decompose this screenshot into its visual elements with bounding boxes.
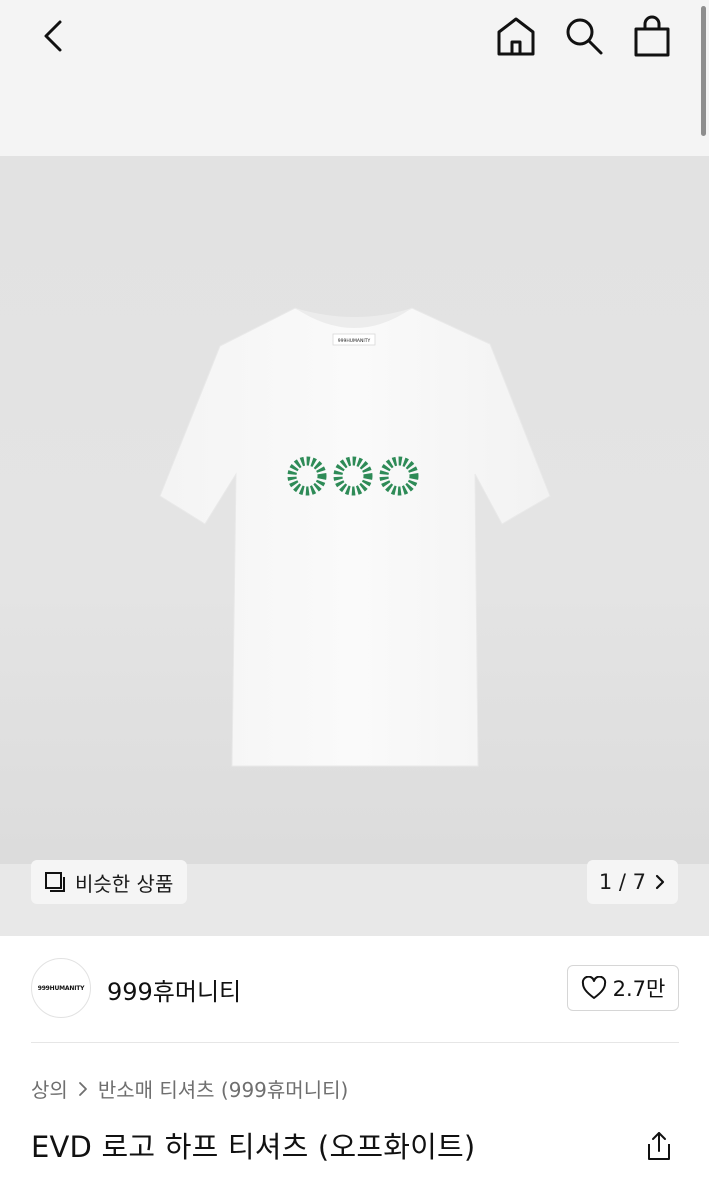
similar-products-label: 비슷한 상품 (75, 871, 174, 896)
share-icon (648, 1132, 670, 1160)
home-button[interactable] (490, 12, 542, 60)
chevron-right-icon (655, 874, 665, 890)
similar-items-icon (45, 872, 65, 892)
breadcrumb-subcategory[interactable]: 반소매 티셔츠 (999휴머니티) (98, 1074, 349, 1103)
search-button[interactable] (558, 12, 610, 60)
like-count: 2.7만 (612, 977, 666, 1001)
breadcrumb-category[interactable]: 상의 (31, 1074, 68, 1103)
shopping-bag-button[interactable] (626, 12, 678, 60)
chevron-left-icon (44, 20, 62, 52)
like-button[interactable]: 2.7만 (567, 965, 679, 1011)
image-counter-button[interactable]: 1 / 7 (586, 860, 678, 904)
brand-row: 999HUMANITY 999휴머니티 2.7만 (31, 958, 679, 1020)
breadcrumb: 상의 반소매 티셔츠 (999휴머니티) (31, 1074, 348, 1103)
divider (31, 1042, 679, 1043)
brand-name[interactable]: 999휴머니티 (107, 972, 241, 1007)
search-icon (566, 18, 603, 55)
image-counter-text: 1 / 7 (598, 870, 646, 894)
product-title: EVD 로고 하프 티셔츠 (오프화이트) (31, 1130, 476, 1164)
brand-logo[interactable]: 999HUMANITY (31, 958, 91, 1018)
back-button[interactable] (30, 14, 78, 58)
shirt-tag-text: 999HUMANITY (338, 338, 371, 344)
chevron-right-icon (78, 1081, 87, 1096)
product-tshirt-image[interactable]: 999HUMANITY (150, 296, 560, 776)
brand-logo-text: 999HUMANITY (37, 984, 85, 992)
product-image-gallery[interactable]: 999HUMANITY 비슷한 상품 1 / 7 (0, 156, 709, 936)
top-navigation-bar (0, 0, 709, 156)
scrollbar[interactable] (701, 6, 706, 136)
shopping-bag-icon (634, 15, 670, 57)
share-button[interactable] (642, 1128, 676, 1164)
similar-products-button[interactable]: 비슷한 상품 (31, 860, 188, 904)
heart-icon (581, 976, 606, 999)
home-icon (497, 17, 535, 56)
